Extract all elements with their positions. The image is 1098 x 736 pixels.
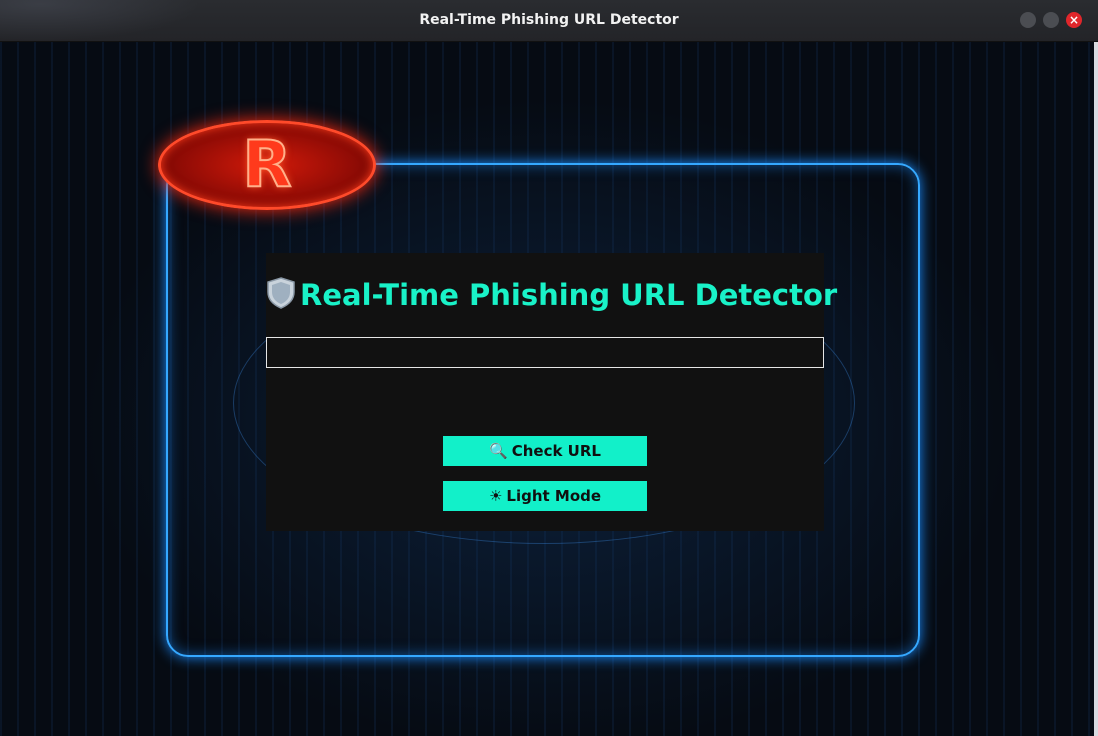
shield-icon <box>266 277 296 316</box>
page-title: Real-Time Phishing URL Detector <box>266 277 837 316</box>
close-icon: × <box>1068 13 1080 27</box>
close-button[interactable]: × <box>1066 12 1082 28</box>
check-url-label: Check URL <box>511 442 601 460</box>
window-title: Real-Time Phishing URL Detector <box>419 12 679 28</box>
light-mode-label: Light Mode <box>506 487 602 505</box>
detector-panel: Real-Time Phishing URL Detector 🔍 Check U… <box>266 253 837 531</box>
app-window: Real-Time Phishing URL Detector × R Real… <box>0 0 1098 736</box>
url-input[interactable] <box>266 337 824 368</box>
light-mode-button[interactable]: ☀ Light Mode <box>443 481 647 511</box>
search-icon: 🔍 <box>489 442 508 460</box>
title-bar[interactable]: Real-Time Phishing URL Detector × <box>0 0 1098 42</box>
sun-icon: ☀ <box>488 487 503 505</box>
logo: R <box>158 120 376 210</box>
check-url-button[interactable]: 🔍 Check URL <box>443 436 647 466</box>
page-title-text: Real-Time Phishing URL Detector <box>300 278 838 312</box>
maximize-button[interactable] <box>1043 12 1059 28</box>
logo-letter: R <box>241 128 292 202</box>
minimize-button[interactable] <box>1020 12 1036 28</box>
window-edge <box>1094 42 1098 736</box>
